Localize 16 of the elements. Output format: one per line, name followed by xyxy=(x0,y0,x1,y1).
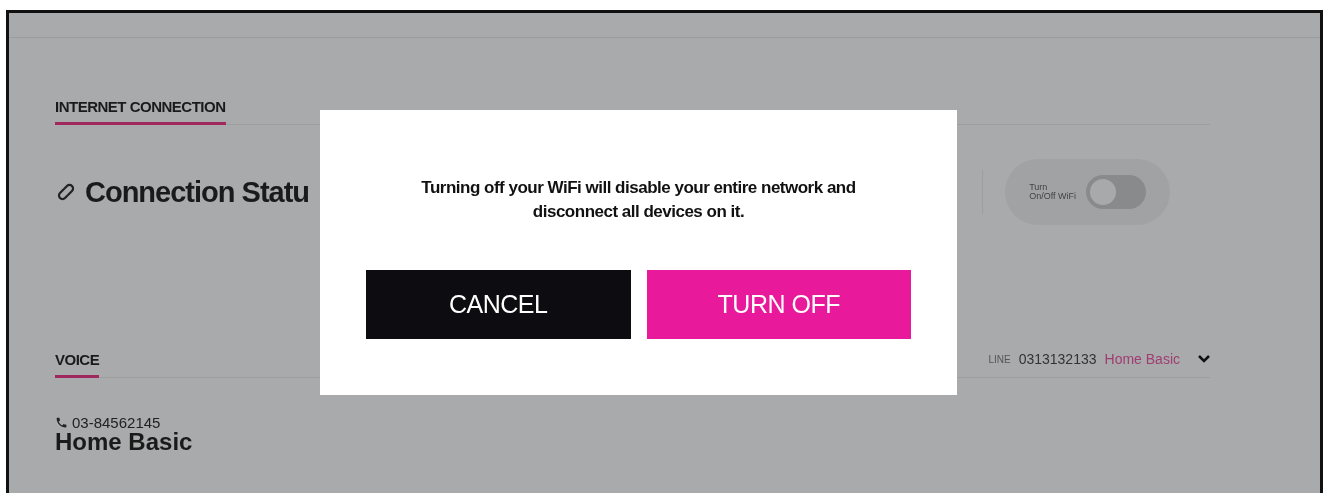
section-heading: INTERNET CONNECTION xyxy=(55,98,226,125)
connection-status-title: Connection Statu xyxy=(85,175,310,209)
plan-title: Home Basic xyxy=(55,431,194,453)
chevron-icon[interactable] xyxy=(1198,355,1210,363)
section-heading: VOICE xyxy=(55,351,100,378)
phone-number: 03-84562145 xyxy=(72,414,161,431)
wifi-toggle[interactable] xyxy=(1086,175,1146,209)
line-number: 0313132133 xyxy=(1018,351,1097,367)
phone-icon xyxy=(55,416,68,429)
link-icon xyxy=(55,181,77,203)
wifi-toggle-label: Turn On/Off WiFi xyxy=(1029,183,1076,201)
line-label: LINE xyxy=(988,353,1011,365)
turn-off-button[interactable]: TURN OFF xyxy=(646,270,911,339)
cancel-button[interactable]: CANCEL xyxy=(366,270,631,339)
dialog-message: Turning off your WiFi will disable your entire network and disconnect all devices on it. xyxy=(420,177,857,223)
plan-name: Home Basic xyxy=(1104,351,1180,367)
